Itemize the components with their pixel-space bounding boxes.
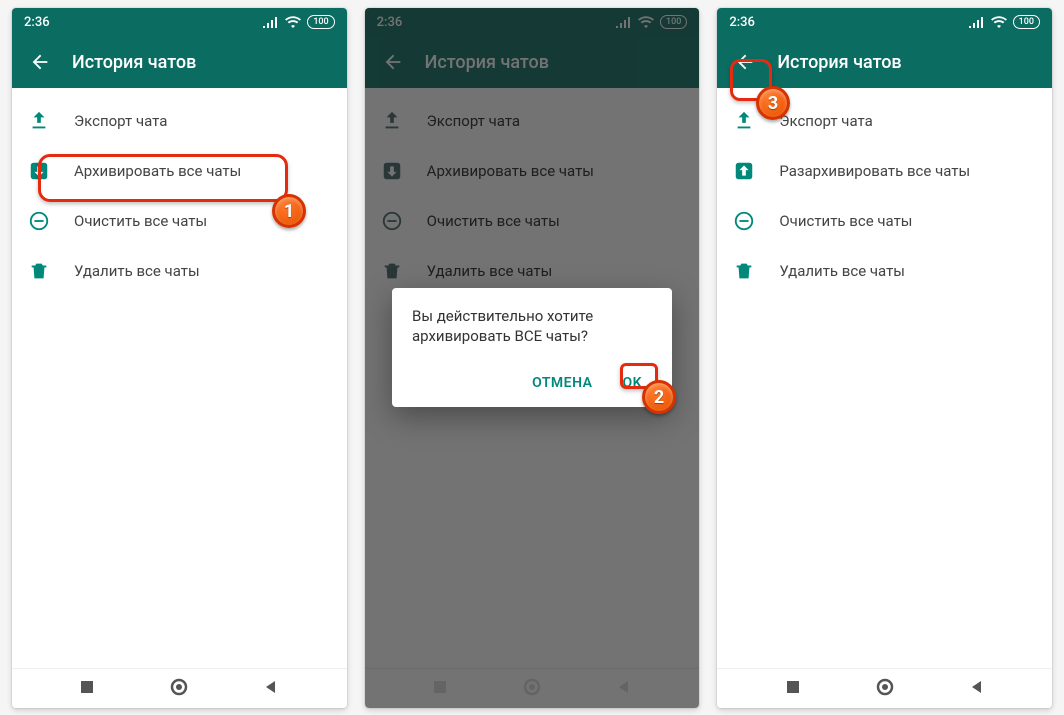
menu-item-unarchive-all[interactable]: Разархивировать все чаты	[717, 146, 1052, 196]
nav-back-button[interactable]	[263, 679, 279, 699]
nav-home-button[interactable]	[170, 678, 188, 700]
dialog-message: Вы действительно хотите архивировать ВСЕ…	[412, 306, 652, 347]
back-button[interactable]	[20, 42, 60, 82]
battery-icon: 100	[307, 15, 334, 29]
menu-item-label: Архивировать все чаты	[74, 162, 241, 180]
minus-circle-icon	[733, 210, 755, 232]
settings-list: Экспорт чата Архивировать все чаты Очист…	[12, 88, 347, 668]
unarchive-icon	[733, 160, 755, 182]
menu-item-label: Экспорт чата	[74, 112, 167, 130]
menu-item-export-chat[interactable]: Экспорт чата	[12, 96, 347, 146]
status-icons: 100	[969, 15, 1040, 29]
menu-item-archive-all[interactable]: Архивировать все чаты	[12, 146, 347, 196]
status-time: 2:36	[24, 15, 50, 30]
status-bar: 2:36 100	[717, 8, 1052, 36]
wifi-icon	[991, 16, 1007, 28]
menu-item-label: Удалить все чаты	[779, 262, 905, 280]
nav-recent-button[interactable]	[785, 679, 801, 699]
upload-icon	[28, 110, 50, 132]
nav-recent-button[interactable]	[79, 679, 95, 699]
menu-item-label: Очистить все чаты	[779, 212, 912, 230]
dialog-cancel-button[interactable]: ОТМЕНА	[522, 369, 602, 397]
page-title: История чатов	[72, 52, 196, 73]
phone-screenshot-1: 2:36 100 История чатов Экспорт чата Архи…	[12, 8, 347, 708]
app-bar: История чатов	[717, 36, 1052, 88]
phone-screenshot-3: 2:36 100 История чатов Экспорт чата Раза…	[717, 8, 1052, 708]
menu-item-delete-all[interactable]: Удалить все чаты	[717, 246, 1052, 296]
archive-icon	[28, 160, 50, 182]
status-time: 2:36	[729, 15, 755, 30]
trash-icon	[733, 260, 755, 282]
signal-icon	[263, 16, 279, 28]
menu-item-export-chat[interactable]: Экспорт чата	[717, 96, 1052, 146]
arrow-left-icon	[29, 51, 51, 73]
trash-icon	[28, 260, 50, 282]
minus-circle-icon	[28, 210, 50, 232]
settings-list: Экспорт чата Разархивировать все чаты Оч…	[717, 88, 1052, 668]
dialog-ok-button[interactable]: OK	[612, 369, 652, 397]
menu-item-label: Очистить все чаты	[74, 212, 207, 230]
signal-icon	[969, 16, 985, 28]
status-bar: 2:36 100	[12, 8, 347, 36]
nav-home-button[interactable]	[876, 678, 894, 700]
android-nav-bar	[12, 668, 347, 708]
upload-icon	[733, 110, 755, 132]
battery-icon: 100	[1013, 15, 1040, 29]
menu-item-delete-all[interactable]: Удалить все чаты	[12, 246, 347, 296]
modal-overlay[interactable]: Вы действительно хотите архивировать ВСЕ…	[365, 8, 700, 708]
nav-back-button[interactable]	[969, 679, 985, 699]
android-nav-bar	[717, 668, 1052, 708]
menu-item-label: Экспорт чата	[779, 112, 872, 130]
menu-item-label: Разархивировать все чаты	[779, 162, 970, 180]
confirm-dialog: Вы действительно хотите архивировать ВСЕ…	[392, 288, 672, 407]
back-button[interactable]	[725, 42, 765, 82]
app-bar: История чатов	[12, 36, 347, 88]
arrow-left-icon	[734, 51, 756, 73]
dialog-actions: ОТМЕНА OK	[412, 369, 652, 397]
phone-screenshot-2: 2:36 100 История чатов Экспорт чата Архи…	[365, 8, 700, 708]
menu-item-label: Удалить все чаты	[74, 262, 200, 280]
wifi-icon	[285, 16, 301, 28]
menu-item-clear-all[interactable]: Очистить все чаты	[717, 196, 1052, 246]
page-title: История чатов	[777, 52, 901, 73]
menu-item-clear-all[interactable]: Очистить все чаты	[12, 196, 347, 246]
status-icons: 100	[263, 15, 334, 29]
